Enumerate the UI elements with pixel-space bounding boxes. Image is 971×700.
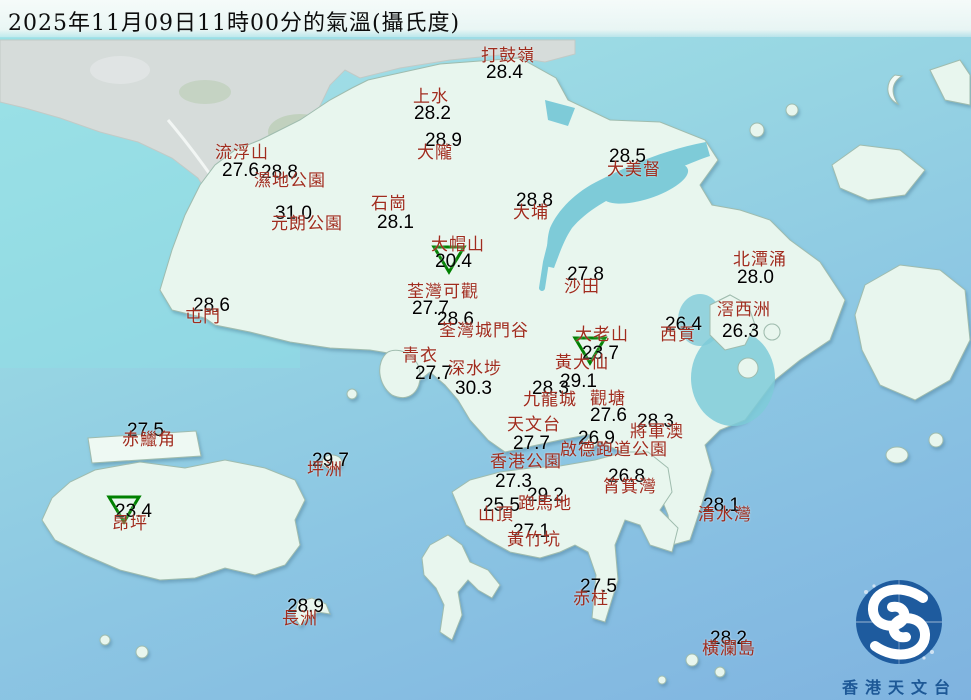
station-name: 深水埗 xyxy=(448,359,502,379)
station-name: 濕地公園 xyxy=(254,171,326,191)
station-name: 昂坪 xyxy=(112,514,148,534)
hko-logo-icon xyxy=(856,580,942,664)
station-name: 大帽山 xyxy=(431,235,485,255)
station-name: 大隴 xyxy=(417,143,453,163)
station-name: 北潭涌 xyxy=(733,250,787,270)
station-name: 黃竹坑 xyxy=(507,530,561,550)
station-name: 屯門 xyxy=(185,307,221,327)
hko-logo-chinese: 香港天文台 xyxy=(841,678,957,697)
station-name: 跑馬地 xyxy=(518,494,572,514)
station-name: 黃大仙 xyxy=(555,353,609,373)
station-name: 香港公園 xyxy=(490,452,562,472)
station-name: 將軍澳 xyxy=(630,422,684,442)
station-temperature: 26.3 xyxy=(722,321,759,342)
station-name: 滘西洲 xyxy=(717,300,771,320)
station-temperature: 28.1 xyxy=(377,212,414,233)
station-name: 元朗公園 xyxy=(271,214,343,234)
station-temperature: 30.3 xyxy=(455,378,492,399)
station-name: 大美督 xyxy=(607,160,661,180)
station-name: 沙田 xyxy=(564,277,600,297)
station-name: 西貢 xyxy=(660,325,696,345)
station-temperature: 27.7 xyxy=(513,433,550,454)
station-name: 清水灣 xyxy=(698,505,752,525)
station-name: 橫瀾島 xyxy=(702,639,756,659)
hko-logo: 香港天文台 HONG KONG OBSERVATORY xyxy=(828,576,971,700)
station-name: 長洲 xyxy=(282,609,318,629)
station-name: 青衣 xyxy=(402,346,438,366)
stations-layer: 28.4 打鼓嶺 28.2 上水 28.9 大隴 27.6 流浮山 28.8 濕地公園 31.0 元朗… xyxy=(0,0,971,700)
station-name: 赤鱲角 xyxy=(122,430,176,450)
station-name: 啟德跑道公園 xyxy=(560,440,668,460)
station-name: 石崗 xyxy=(371,194,407,214)
station-name: 筲箕灣 xyxy=(603,477,657,497)
station-name: 大埔 xyxy=(513,203,549,223)
hko-temperature-map: 2025年11月09日11時00分的氣溫(攝氏度) 28.4 打鼓嶺 28.2 上水 2… xyxy=(0,0,971,700)
station-name: 山頂 xyxy=(478,505,514,525)
station-name: 打鼓嶺 xyxy=(481,46,535,66)
station-name: 荃灣可觀 xyxy=(407,282,479,302)
station-name: 觀塘 xyxy=(590,389,626,409)
station-name: 坪洲 xyxy=(307,460,343,480)
station-name: 赤柱 xyxy=(573,589,609,609)
station-temperature: 27.7 xyxy=(415,363,452,384)
station-name: 上水 xyxy=(413,87,449,107)
station-name: 天文台 xyxy=(507,415,561,435)
station-temperature: 28.0 xyxy=(737,267,774,288)
station-name: 荃灣城門谷 xyxy=(439,321,529,341)
station-name: 九龍城 xyxy=(523,390,577,410)
station-name: 大老山 xyxy=(575,325,629,345)
station-name: 流浮山 xyxy=(215,143,269,163)
